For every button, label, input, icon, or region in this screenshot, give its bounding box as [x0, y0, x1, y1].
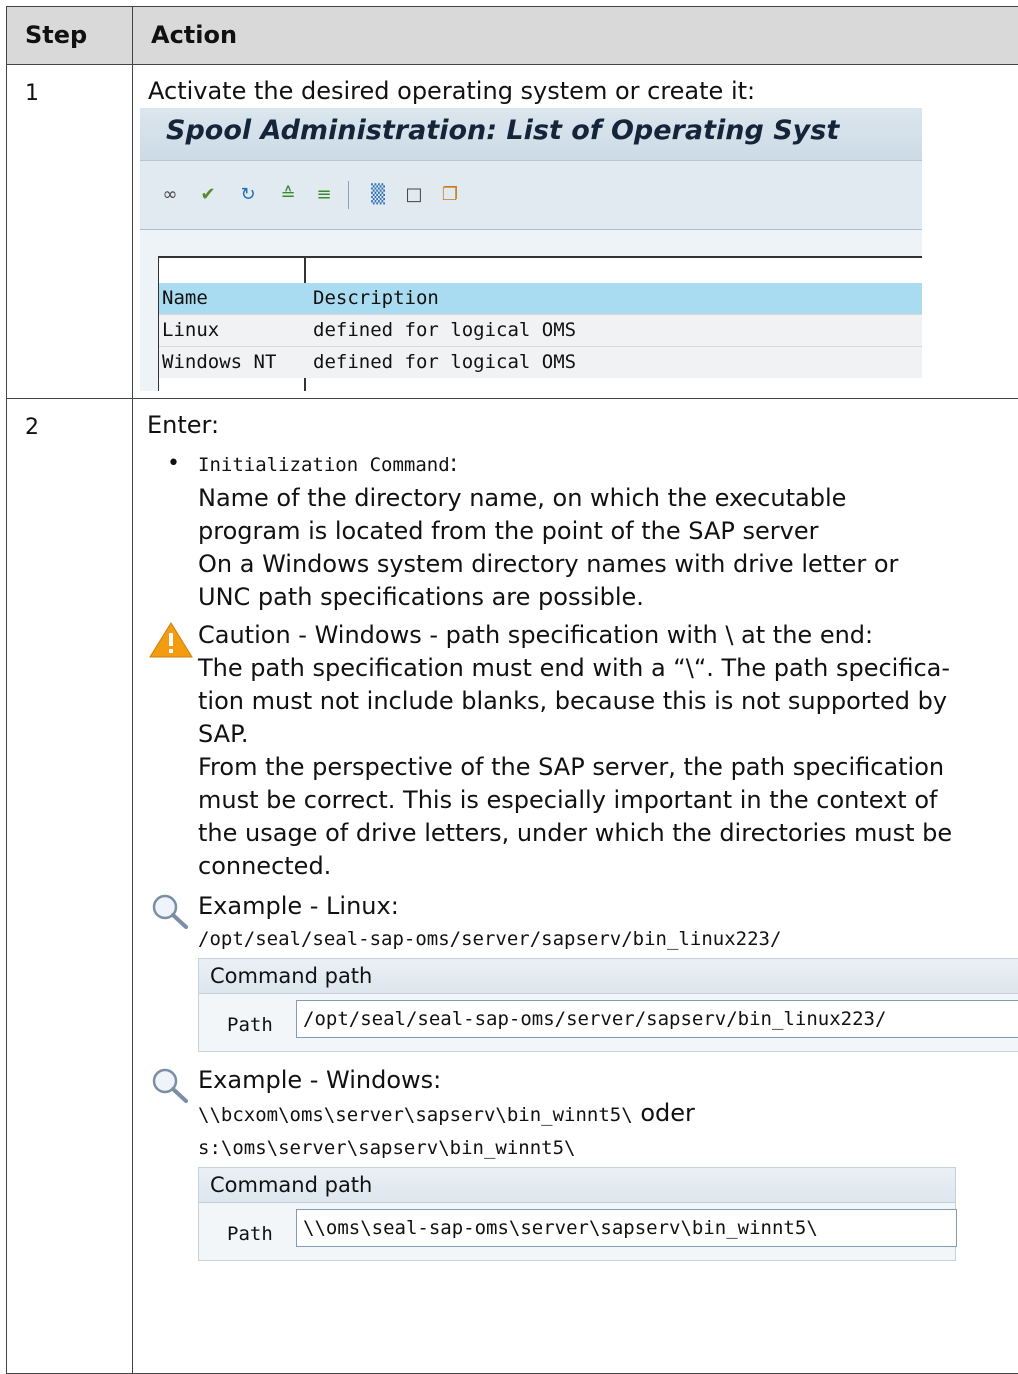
- toolbar-separator: [348, 181, 349, 209]
- step-cell: 2: [7, 399, 133, 1374]
- group-label: Command path: [199, 1168, 955, 1203]
- os-list-grid: Name Description Linux defined for logic…: [158, 256, 922, 391]
- command-path-box-windows: Command path Path \\oms\seal-sap-oms\ser…: [198, 1167, 956, 1261]
- warning-icon: [148, 621, 194, 659]
- column-header-description[interactable]: Description: [313, 283, 439, 314]
- os-name: Linux: [162, 315, 219, 346]
- sap-screen-title: Spool Administration: List of Operating …: [140, 108, 922, 147]
- step-cell: 1: [7, 65, 133, 399]
- new-document-icon[interactable]: □: [402, 183, 426, 207]
- step-intro: Enter:: [147, 409, 1018, 442]
- path-input[interactable]: \\oms\seal-sap-oms\server\sapserv\bin_wi…: [296, 1209, 957, 1247]
- path-label: Path: [227, 1218, 273, 1251]
- table-row-step-1: 1 Activate the desired operating system …: [7, 65, 1018, 399]
- sap-toolbar: ∞ ✔ ↻ ≙ ≡ ▒ □ ❐: [140, 161, 922, 230]
- action-cell: Enter: • Initialization Command: Name of…: [133, 399, 1018, 1374]
- table-header-row: Step Action: [7, 7, 1018, 65]
- example-windows-path-2: s:\oms\server\sapserv\bin_winnt5\: [198, 1132, 1018, 1165]
- example-windows-path-1: \\bcxom\oms\server\sapserv\bin_winnt5\: [198, 1104, 633, 1126]
- step-number: 2: [7, 399, 132, 440]
- example-linux-path: /opt/seal/seal-sap-oms/server/sapserv/bi…: [198, 923, 1018, 956]
- step-number: 1: [7, 65, 132, 106]
- example-linux-heading: Example - Linux:: [198, 890, 1018, 923]
- path-input[interactable]: /opt/seal/seal-sap-oms/server/sapserv/bi…: [296, 1000, 1018, 1038]
- os-description: defined for logical OMS: [313, 315, 576, 346]
- example-linux: Example - Linux: /opt/seal/seal-sap-oms/…: [198, 890, 1018, 956]
- delete-icon[interactable]: ▒: [366, 183, 390, 207]
- copy-icon[interactable]: ❐: [438, 183, 462, 207]
- magnifier-icon: [148, 892, 194, 930]
- sap-screenshot-spool-admin: Spool Administration: List of Operating …: [140, 108, 922, 391]
- refresh-icon[interactable]: ↻: [236, 183, 260, 207]
- header-step: Step: [7, 7, 133, 65]
- connector-text: oder: [633, 1099, 695, 1127]
- os-name: Windows NT: [162, 347, 276, 378]
- activate-icon[interactable]: ✔: [196, 183, 220, 207]
- header-action: Action: [133, 7, 1018, 65]
- column-header-name[interactable]: Name: [162, 283, 208, 314]
- os-description: defined for logical OMS: [313, 347, 576, 378]
- action-cell: Activate the desired operating system or…: [133, 65, 1018, 399]
- table-row-step-2: 2 Enter: • Initialization Command: Name …: [7, 399, 1018, 1374]
- table-row[interactable]: Windows NT defined for logical OMS: [159, 346, 922, 378]
- filter-icon[interactable]: ≡: [312, 183, 336, 207]
- step-intro: Activate the desired operating system or…: [133, 65, 1018, 108]
- example-windows-heading: Example - Windows:: [198, 1064, 1018, 1097]
- glasses-icon[interactable]: ∞: [158, 183, 182, 207]
- magnifier-icon: [148, 1066, 194, 1104]
- term-init-command: Initialization Command: [198, 454, 450, 476]
- sort-ascending-icon[interactable]: ≙: [276, 183, 300, 207]
- command-path-box-linux: Command path Path /opt/seal/seal-sap-oms…: [198, 958, 1018, 1052]
- group-label: Command path: [199, 959, 1018, 994]
- grid-header-row: Name Description: [159, 283, 922, 314]
- path-label: Path: [227, 1009, 273, 1042]
- sap-title-bar: Spool Administration: List of Operating …: [140, 108, 922, 161]
- table-row[interactable]: Linux defined for logical OMS: [159, 314, 922, 346]
- example-windows: Example - Windows: \\bcxom\oms\server\sa…: [198, 1064, 1018, 1165]
- bullet-icon: •: [167, 447, 180, 480]
- instruction-table: Step Action 1 Activate the desired opera…: [6, 6, 1018, 1374]
- bullet-init-command: • Initialization Command: Name of the di…: [198, 447, 1018, 614]
- caution-note: Caution - Windows - path specification w…: [198, 619, 1018, 883]
